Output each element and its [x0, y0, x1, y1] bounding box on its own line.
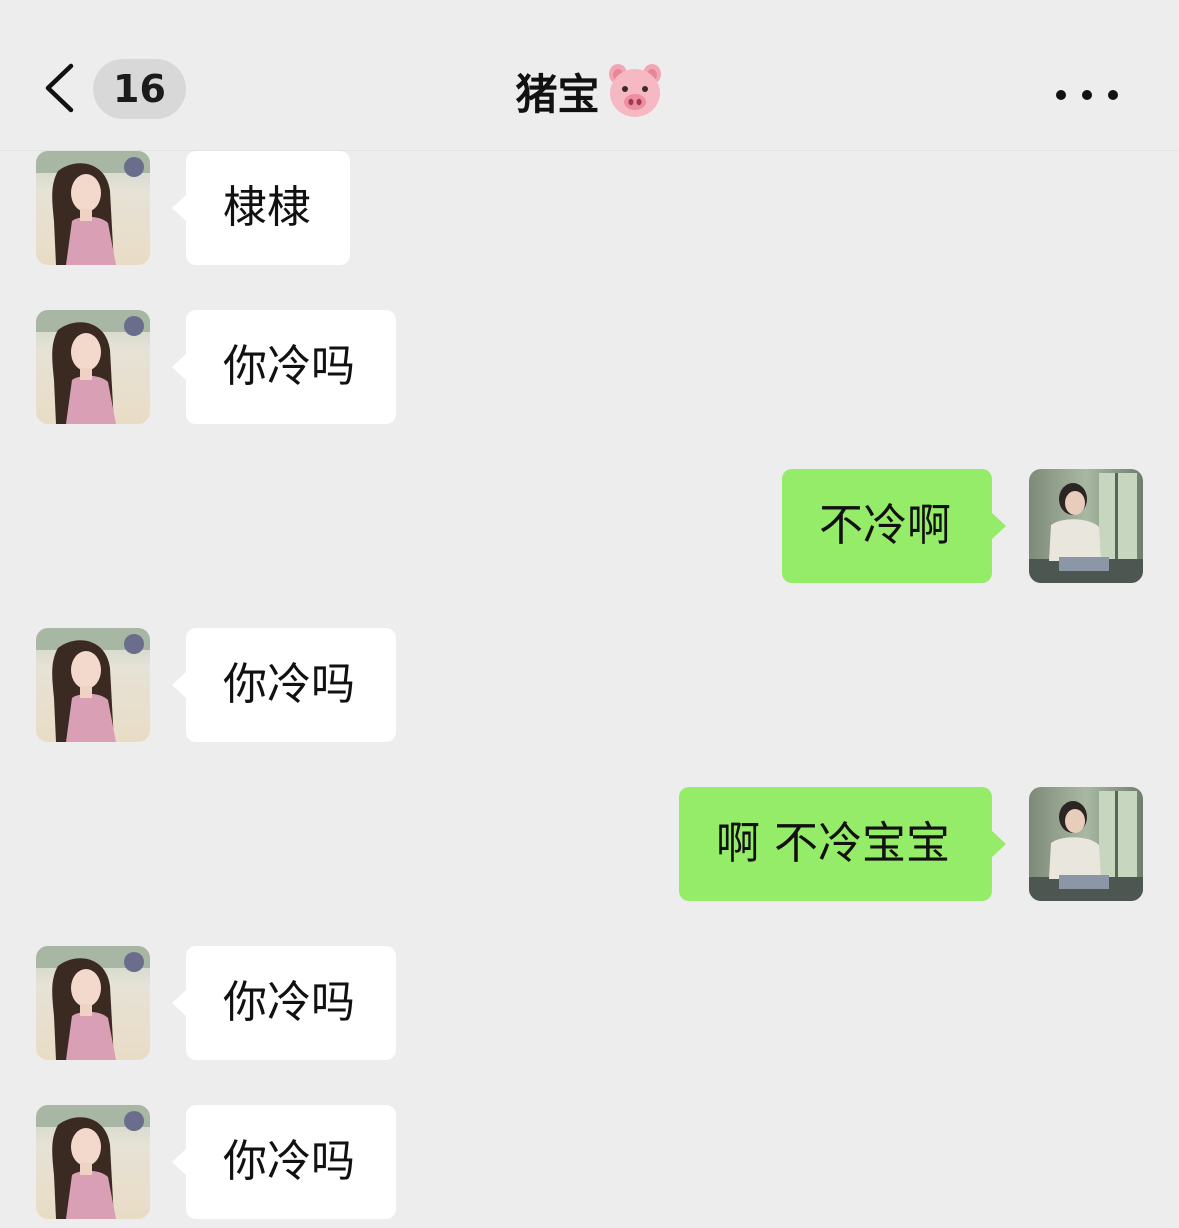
more-dot	[1056, 90, 1066, 100]
message-row-incoming: 你冷吗	[36, 946, 436, 1060]
more-options-button[interactable]	[1056, 80, 1118, 110]
chat-header: 16 猪宝	[0, 0, 1179, 151]
contact-avatar[interactable]	[36, 628, 150, 742]
message-row-outgoing: 啊 不冷宝宝	[679, 787, 1143, 901]
message-row-incoming: 你冷吗	[36, 1105, 436, 1219]
message-row-incoming: 你冷吗	[36, 310, 436, 424]
girl-avatar-icon	[36, 1105, 150, 1219]
message-row-incoming: 你冷吗	[36, 628, 436, 742]
self-avatar[interactable]	[1029, 469, 1143, 583]
boy-avatar-icon	[1029, 787, 1143, 901]
message-bubble[interactable]: 你冷吗	[172, 946, 396, 1060]
girl-avatar-icon	[36, 151, 150, 265]
message-bubble[interactable]: 啊 不冷宝宝	[679, 787, 1006, 901]
pig-face-icon	[608, 64, 661, 117]
message-bubble[interactable]: 你冷吗	[172, 1105, 396, 1219]
message-bubble[interactable]: 棣棣	[172, 151, 350, 265]
boy-avatar-icon	[1029, 469, 1143, 583]
message-row-incoming: 棣棣	[36, 151, 436, 265]
girl-avatar-icon	[36, 946, 150, 1060]
contact-avatar[interactable]	[36, 151, 150, 265]
message-bubble[interactable]: 不冷啊	[782, 469, 1006, 583]
girl-avatar-icon	[36, 628, 150, 742]
contact-avatar[interactable]	[36, 946, 150, 1060]
chat-title-wrap: 猪宝	[0, 58, 1179, 124]
chat-title[interactable]: 猪宝	[515, 61, 599, 122]
message-row-outgoing: 不冷啊	[782, 469, 1143, 583]
message-bubble[interactable]: 你冷吗	[172, 310, 396, 424]
girl-avatar-icon	[36, 310, 150, 424]
message-bubble[interactable]: 你冷吗	[172, 628, 396, 742]
more-dot	[1082, 90, 1092, 100]
contact-avatar[interactable]	[36, 1105, 150, 1219]
contact-avatar[interactable]	[36, 310, 150, 424]
self-avatar[interactable]	[1029, 787, 1143, 901]
more-dot	[1108, 90, 1118, 100]
